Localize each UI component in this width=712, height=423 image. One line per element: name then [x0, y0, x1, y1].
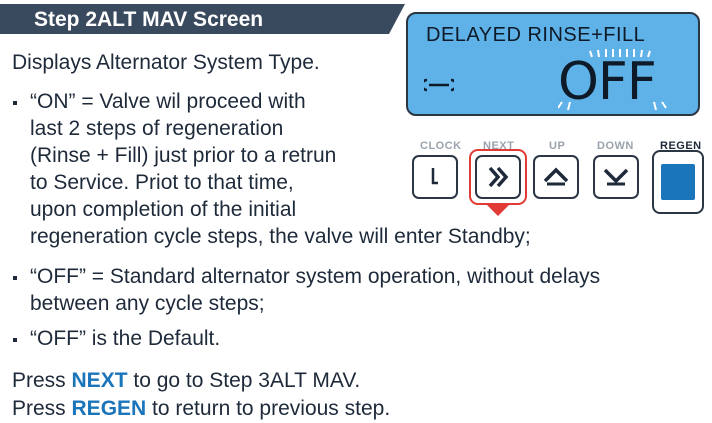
bullet-on-line-4: to Service. Priot to that time,: [30, 171, 294, 194]
wrench-icon: [424, 78, 454, 92]
bullet-marker: [13, 338, 17, 342]
page-title: Step 2ALT MAV Screen: [34, 8, 264, 31]
double-chevron-right-icon: [488, 166, 509, 188]
bullet-off-line-1: “OFF” = Standard alternator system opera…: [30, 265, 601, 288]
instruction-regen-post: to return to previous step.: [146, 397, 391, 420]
bullet-default: “OFF” is the Default.: [30, 327, 221, 350]
clock-button[interactable]: [412, 155, 458, 199]
regen-button[interactable]: [652, 150, 704, 214]
clock-button-label: CLOCK: [420, 140, 462, 152]
bullet-on-line-1: “ON” = Valve wil proceed with: [30, 90, 306, 113]
next-button[interactable]: [475, 155, 521, 199]
instruction-regen-pre: Press: [12, 397, 72, 420]
bullet-marker: [13, 276, 17, 280]
bullet-on-line-6: regeneration cycle steps, the valve will…: [30, 225, 531, 248]
up-button[interactable]: [533, 155, 579, 199]
pointer-arrow-icon: [487, 205, 509, 216]
lcd-display: DELAYED RINSE+FILL OFF: [406, 12, 700, 116]
bullet-on-line-2: last 2 steps of regeneration: [30, 117, 284, 140]
instruction-next-post: to go to Step 3ALT MAV.: [127, 369, 361, 392]
regen-square-icon: [661, 164, 695, 200]
keyword-next: NEXT: [71, 369, 128, 392]
bullet-off-line-2: between any cycle steps;: [30, 292, 265, 315]
clock-hand-icon: [431, 168, 438, 185]
instruction-next-pre: Press: [12, 369, 72, 392]
bullet-marker: [13, 101, 17, 105]
chevron-down-icon: [603, 168, 629, 186]
intro-text: Displays Alternator System Type.: [12, 51, 320, 74]
down-button[interactable]: [593, 155, 639, 199]
bullet-on-line-3: (Rinse + Fill) just prior to a retrun: [30, 144, 337, 167]
bullet-on-line-5: upon completion of the initial: [30, 198, 297, 221]
instruction-regen: Press REGEN to return to previous step.: [12, 396, 390, 422]
up-button-label: UP: [549, 140, 566, 152]
keyword-regen: REGEN: [71, 397, 147, 420]
down-button-label: DOWN: [597, 140, 634, 152]
instruction-next: Press NEXT to go to Step 3ALT MAV.: [12, 368, 360, 394]
lcd-title: DELAYED RINSE+FILL: [426, 24, 646, 46]
chevron-up-icon: [543, 167, 569, 186]
blink-rays-bottom-icon: [558, 101, 667, 111]
